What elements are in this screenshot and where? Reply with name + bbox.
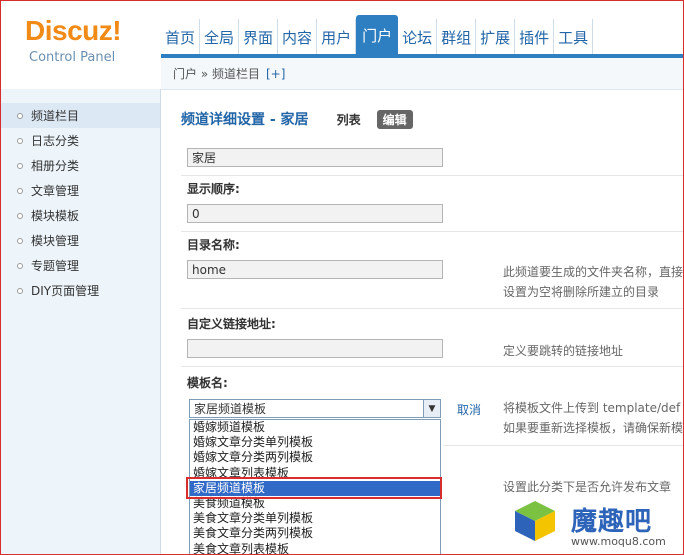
header: Discuz! Control Panel 首页 全局 界面 内容 用户 门户 论坛 群组 扩展… <box>1 1 683 90</box>
logo: Discuz! Control Panel <box>25 13 122 67</box>
bullet-icon <box>17 162 23 169</box>
template-hint: 将模板文件上传到 template/def 如果要重新选择模板，请确保新模 <box>503 398 683 438</box>
divider <box>181 231 683 232</box>
link-field[interactable] <box>187 339 443 358</box>
order-field[interactable] <box>187 204 443 223</box>
dropdown-option[interactable]: 婚嫁文章列表模板 <box>190 466 440 481</box>
template-select-value: 家居频道模板 <box>194 402 267 416</box>
sidebar-item-label: 专题管理 <box>31 259 80 273</box>
nav-item[interactable]: 首页 <box>161 19 201 55</box>
watermark: 魔趣吧 www.moqu8.com <box>509 495 683 554</box>
dropdown-option[interactable]: 婚嫁文章分类两列模板 <box>190 450 440 465</box>
divider <box>181 366 683 367</box>
order-label: 显示顺序: <box>187 182 240 196</box>
sidebar-item[interactable]: 模块管理 <box>1 228 160 253</box>
tab-edit[interactable]: 编辑 <box>376 109 413 129</box>
sidebar-item-label: 日志分类 <box>31 134 80 148</box>
dir-hint-line: 此频道要生成的文件夹名称，直接 <box>503 265 684 279</box>
bullet-icon <box>17 287 23 294</box>
dropdown-option[interactable]: 美食文章分类两列模板 <box>190 526 440 541</box>
sidebar-item[interactable]: 模块模板 <box>1 203 160 228</box>
dropdown-option[interactable]: 婚嫁频道模板 <box>190 420 440 435</box>
sidebar-item-label: 模块管理 <box>31 234 80 248</box>
nav-item[interactable]: 用户 <box>317 19 357 55</box>
dir-field[interactable] <box>187 260 443 279</box>
nav-item[interactable]: 界面 <box>239 19 279 55</box>
divider <box>181 175 683 176</box>
nav-item[interactable]: 门户 <box>356 15 399 55</box>
dir-label: 目录名称: <box>187 238 240 252</box>
nav-item[interactable]: 全局 <box>200 19 240 55</box>
sidebar-item[interactable]: DIY页面管理 <box>1 278 160 303</box>
dropdown-option[interactable]: 美食文章列表模板 <box>190 542 440 555</box>
sidebar-item[interactable]: 相册分类 <box>1 153 160 178</box>
cancel-link[interactable]: 取消 <box>457 401 481 418</box>
dir-hint: 此频道要生成的文件夹名称，直接 设置为空将删除所建立的目录 <box>503 262 683 302</box>
bullet-icon <box>17 212 23 219</box>
publish-hint: 设置此分类下是否允许发布文章 <box>503 480 672 494</box>
template-hint-line: 如果要重新选择模板，请确保新模 <box>503 421 684 435</box>
sidebar: 频道栏目日志分类相册分类文章管理模块模板模块管理专题管理 DIY页面管理 <box>1 89 161 554</box>
dropdown-option[interactable]: 美食文章分类单列模板 <box>190 511 440 526</box>
watermark-url: www.moqu8.com <box>571 535 666 548</box>
sidebar-item-label: 频道栏目 <box>31 109 80 123</box>
app-window: Discuz! Control Panel 首页 全局 界面 内容 用户 门户 论坛 群组 扩展… <box>0 0 684 555</box>
nav-item[interactable]: 论坛 <box>398 19 438 55</box>
top-nav: 首页 全局 界面 内容 用户 门户 论坛 群组 扩展 插件 工具 <box>161 15 594 55</box>
divider <box>443 445 683 446</box>
brand-logo: Discuz! <box>25 15 122 46</box>
template-hint-line: 将模板文件上传到 template/def <box>503 401 681 415</box>
page-title: 频道详细设置 - 家居 <box>181 112 309 128</box>
dir-hint-line: 设置为空将删除所建立的目录 <box>503 285 660 299</box>
bullet-icon <box>17 112 23 119</box>
breadcrumb: 门户 » 频道栏目 [+] <box>161 58 683 90</box>
watermark-name: 魔趣吧 <box>571 507 653 537</box>
nav-item[interactable]: 扩展 <box>476 19 516 55</box>
sidebar-item-label: 模块模板 <box>31 209 80 223</box>
sidebar-item[interactable]: 日志分类 <box>1 128 160 153</box>
bullet-icon <box>17 262 23 269</box>
link-hint: 定义要跳转的链接地址 <box>503 344 624 358</box>
breadcrumb-add-link[interactable]: [+] <box>266 67 285 81</box>
channel-name-field[interactable] <box>187 148 443 167</box>
main-panel: 频道详细设置 - 家居 列表 编辑 显示顺序: 目录名称: 此频道要生成的文件夹… <box>161 91 683 555</box>
bullet-icon <box>17 187 23 194</box>
dropdown-option[interactable]: 家居频道模板 <box>190 480 440 496</box>
divider <box>181 308 683 309</box>
sidebar-item-label: 相册分类 <box>31 159 80 173</box>
template-label: 模板名: <box>187 376 228 390</box>
tab-list[interactable]: 列表 <box>337 111 361 128</box>
template-dropdown-list: 婚嫁频道模板 婚嫁文章分类单列模板 婚嫁文章分类两列模板 婚嫁文章列表模板 家居频道模板… <box>189 419 441 555</box>
sidebar-item-label: DIY页面管理 <box>31 284 100 298</box>
nav-item[interactable]: 插件 <box>515 19 555 55</box>
title-row: 频道详细设置 - 家居 列表 编辑 <box>181 109 413 129</box>
nav-item[interactable]: 工具 <box>554 19 594 55</box>
nav-item[interactable]: 内容 <box>278 19 318 55</box>
breadcrumb-path: 门户 » 频道栏目 <box>173 67 260 81</box>
dropdown-option[interactable]: 婚嫁文章分类单列模板 <box>190 435 440 450</box>
cube-logo-icon <box>515 501 555 541</box>
sidebar-item-label: 文章管理 <box>31 184 80 198</box>
link-label: 自定义链接地址: <box>187 317 276 331</box>
chevron-down-icon[interactable]: ▼ <box>423 400 440 417</box>
template-select[interactable]: 家居频道模板 ▼ <box>189 399 441 418</box>
dropdown-option[interactable]: 美食频道模板 <box>190 496 440 511</box>
sidebar-item[interactable]: 频道栏目 <box>1 103 160 128</box>
sidebar-item[interactable]: 专题管理 <box>1 253 160 278</box>
sidebar-item[interactable]: 文章管理 <box>1 178 160 203</box>
bullet-icon <box>17 137 23 144</box>
nav-item[interactable]: 群组 <box>437 19 477 55</box>
brand-subtitle: Control Panel <box>29 50 116 65</box>
bullet-icon <box>17 237 23 244</box>
